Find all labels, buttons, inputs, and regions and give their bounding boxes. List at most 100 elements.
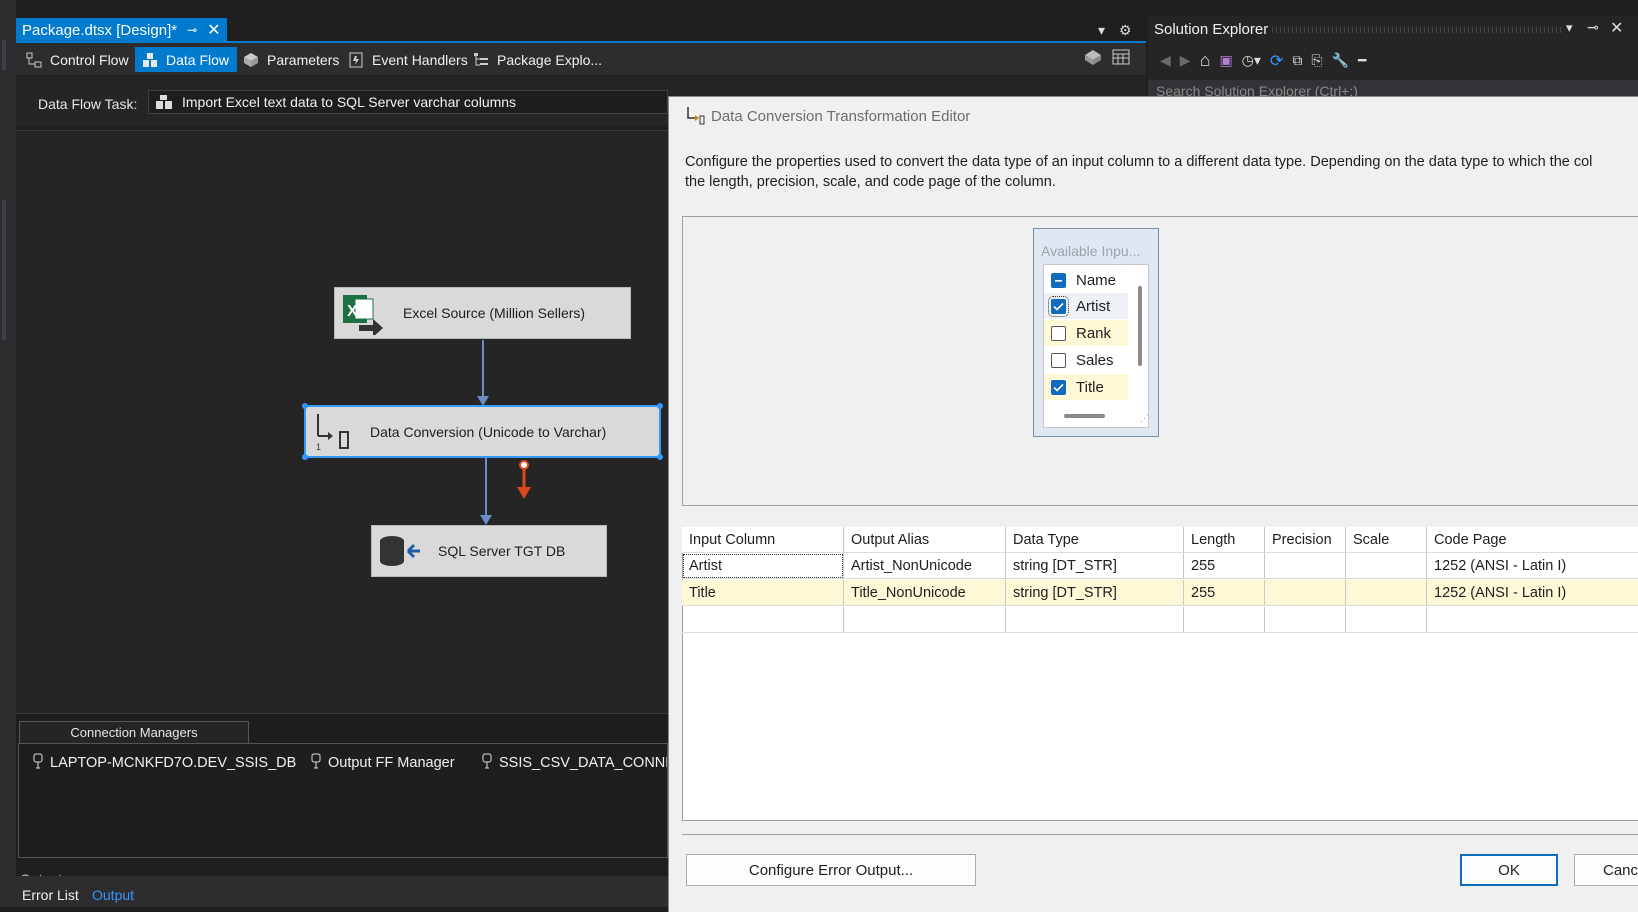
resize-handle[interactable] bbox=[302, 454, 308, 460]
available-input-columns-header: Available Inpu... bbox=[1041, 243, 1141, 259]
grid-cell[interactable]: string [DT_STR] bbox=[1006, 580, 1184, 606]
grid-cell[interactable]: Title_NonUnicode bbox=[844, 580, 1006, 606]
document-tab-title: Package.dtsx [Design]* bbox=[22, 21, 178, 39]
configure-error-output-button[interactable]: Configure Error Output... bbox=[686, 854, 976, 886]
solution-search-input[interactable]: Search Solution Explorer (Ctrl+;) bbox=[1148, 80, 1638, 96]
forward-icon[interactable]: ▶ bbox=[1180, 52, 1191, 69]
document-tab[interactable]: Package.dtsx [Design]* ⊸ ✕ bbox=[16, 18, 227, 42]
grid-cell[interactable] bbox=[1265, 580, 1346, 606]
vertical-scrollbar[interactable] bbox=[1138, 286, 1142, 366]
grid-cell[interactable]: Title bbox=[682, 580, 844, 606]
grid-cell[interactable]: 1252 (ANSI - Latin I) bbox=[1427, 580, 1638, 606]
excel-source-node[interactable]: X Excel Source (Million Sellers) bbox=[334, 287, 631, 339]
pin-icon[interactable]: ⊸ bbox=[187, 23, 197, 37]
connection-managers-tab[interactable]: Connection Managers bbox=[19, 721, 249, 743]
resize-grip-icon[interactable]: ⋰ bbox=[1140, 413, 1149, 424]
dialog-title: Data Conversion Transformation Editor bbox=[685, 106, 970, 126]
grid-header-cell[interactable]: Input Column bbox=[682, 527, 844, 553]
input-column-name: Sales bbox=[1076, 351, 1114, 369]
grid-cell[interactable] bbox=[1346, 580, 1427, 606]
input-column-row[interactable]: Name bbox=[1044, 267, 1128, 293]
grid-cell[interactable]: 255 bbox=[1184, 553, 1265, 579]
sync-icon[interactable]: ⟳ bbox=[1270, 51, 1283, 71]
data-conversion-node[interactable]: 1 Data Conversion (Unicode to Varchar) bbox=[302, 403, 663, 460]
horizontal-scrollbar[interactable] bbox=[1064, 414, 1105, 418]
tab-output[interactable]: Output bbox=[92, 887, 134, 903]
grid-cell[interactable]: Artist_NonUnicode bbox=[844, 553, 1006, 579]
tab-label: Control Flow bbox=[50, 51, 129, 68]
resize-handle[interactable] bbox=[657, 454, 663, 460]
cancel-button[interactable]: Canc bbox=[1574, 854, 1638, 886]
connection-manager-item[interactable]: Output FF Manager bbox=[310, 752, 455, 774]
switch-views-icon[interactable]: ▣ bbox=[1219, 52, 1232, 69]
input-columns-pane bbox=[682, 216, 1638, 506]
input-column-row[interactable]: Title bbox=[1044, 374, 1128, 400]
grid-cell[interactable]: string [DT_STR] bbox=[1006, 553, 1184, 579]
checkbox-indeterminate[interactable] bbox=[1051, 272, 1066, 288]
grid-header-cell[interactable]: Precision bbox=[1265, 527, 1346, 553]
tab-package-explorer[interactable]: Package Explo... bbox=[466, 47, 610, 72]
excel-source-icon: X bbox=[343, 295, 383, 335]
copy-icon[interactable]: ⎘ bbox=[1311, 52, 1322, 69]
variables-icon[interactable] bbox=[1111, 48, 1133, 68]
input-column-row[interactable]: Rank bbox=[1044, 320, 1128, 346]
grid-empty-cell[interactable] bbox=[1006, 607, 1184, 633]
grid-header-cell[interactable]: Scale bbox=[1346, 527, 1427, 553]
home-icon[interactable]: ⌂ bbox=[1200, 50, 1211, 71]
connection-manager-item[interactable]: LAPTOP-MCNKFD7O.DEV_SSIS_DB bbox=[32, 752, 296, 774]
grid-empty-cell[interactable] bbox=[844, 607, 1006, 633]
grid-cell[interactable]: Artist bbox=[682, 553, 844, 579]
tab-control-flow[interactable]: Control Flow bbox=[19, 47, 137, 72]
tab-data-flow[interactable]: Data Flow bbox=[135, 47, 238, 72]
svg-text:X: X bbox=[347, 303, 358, 320]
ok-button[interactable]: OK bbox=[1460, 854, 1558, 886]
solution-explorer-toolbar: ◀ ▶ ⌂ ▣ ◷▾ ⟳ ⧉ ⎘ 🔧 ━ bbox=[1160, 50, 1366, 71]
checkbox-unchecked[interactable] bbox=[1051, 325, 1066, 341]
connection-manager-item[interactable]: SSIS_CSV_DATA_CONNE bbox=[481, 752, 667, 774]
grid-empty-cell[interactable] bbox=[682, 607, 844, 633]
checkbox-checked[interactable] bbox=[1051, 379, 1066, 395]
resize-handle[interactable] bbox=[302, 403, 308, 409]
grid-empty-cell[interactable] bbox=[1265, 607, 1346, 633]
tab-parameters[interactable]: Parameters bbox=[236, 47, 347, 72]
checkbox-unchecked[interactable] bbox=[1051, 352, 1066, 368]
grid-empty-cell[interactable] bbox=[1427, 607, 1638, 633]
pin-icon[interactable]: ⊸ bbox=[1587, 19, 1599, 36]
input-column-row[interactable]: Sales bbox=[1044, 347, 1128, 373]
grid-empty-cell[interactable] bbox=[1346, 607, 1427, 633]
grid-cell[interactable] bbox=[1265, 553, 1346, 579]
back-icon[interactable]: ◀ bbox=[1160, 52, 1171, 69]
node-label: SQL Server TGT DB bbox=[438, 543, 566, 559]
dock-marker bbox=[2, 40, 6, 70]
tab-label: Package Explo... bbox=[497, 51, 603, 68]
close-icon[interactable]: ✕ bbox=[207, 20, 220, 40]
grid-cell[interactable]: 1252 (ANSI - Latin I) bbox=[1427, 553, 1638, 579]
input-column-row[interactable]: Artist bbox=[1044, 293, 1128, 319]
collapse-all-icon[interactable]: ⧉ bbox=[1292, 52, 1302, 69]
sql-server-destination-node[interactable]: SQL Server TGT DB bbox=[371, 525, 607, 577]
zoom-icon[interactable] bbox=[1083, 48, 1105, 68]
pending-changes-icon[interactable]: ◷▾ bbox=[1242, 52, 1261, 69]
grid-cell[interactable]: 255 bbox=[1184, 580, 1265, 606]
resize-handle[interactable] bbox=[657, 403, 663, 409]
gear-icon[interactable]: ⚙ bbox=[1119, 18, 1132, 42]
checkbox-checked[interactable] bbox=[1048, 295, 1069, 317]
grid-header-cell[interactable]: Code Page bbox=[1427, 527, 1638, 553]
properties-wrench-icon[interactable]: 🔧 bbox=[1332, 52, 1349, 69]
grid-empty-cell[interactable] bbox=[1184, 607, 1265, 633]
preview-icon[interactable]: ━ bbox=[1358, 52, 1366, 69]
connection-manager-name: SSIS_CSV_DATA_CONNE bbox=[499, 755, 667, 771]
node-label: Excel Source (Million Sellers) bbox=[403, 305, 586, 321]
grid-header-cell[interactable]: Length bbox=[1184, 527, 1265, 553]
tab-event-handlers[interactable]: Event Handlers bbox=[341, 47, 476, 72]
close-icon[interactable]: ✕ bbox=[1610, 18, 1623, 38]
grid-cell[interactable] bbox=[1346, 553, 1427, 579]
grid-header-cell[interactable]: Data Type bbox=[1006, 527, 1184, 553]
window-menu-icon[interactable]: ▾ bbox=[1566, 20, 1573, 36]
grid-header-cell[interactable]: Output Alias bbox=[844, 527, 1006, 553]
data-flow-task-combobox[interactable]: Import Excel text data to SQL Server var… bbox=[148, 90, 668, 114]
svg-text:1: 1 bbox=[316, 442, 321, 452]
tab-error-list[interactable]: Error List bbox=[22, 887, 79, 903]
tab-list-dropdown-icon[interactable]: ▾ bbox=[1098, 18, 1105, 42]
left-dock-strip bbox=[0, 0, 16, 907]
